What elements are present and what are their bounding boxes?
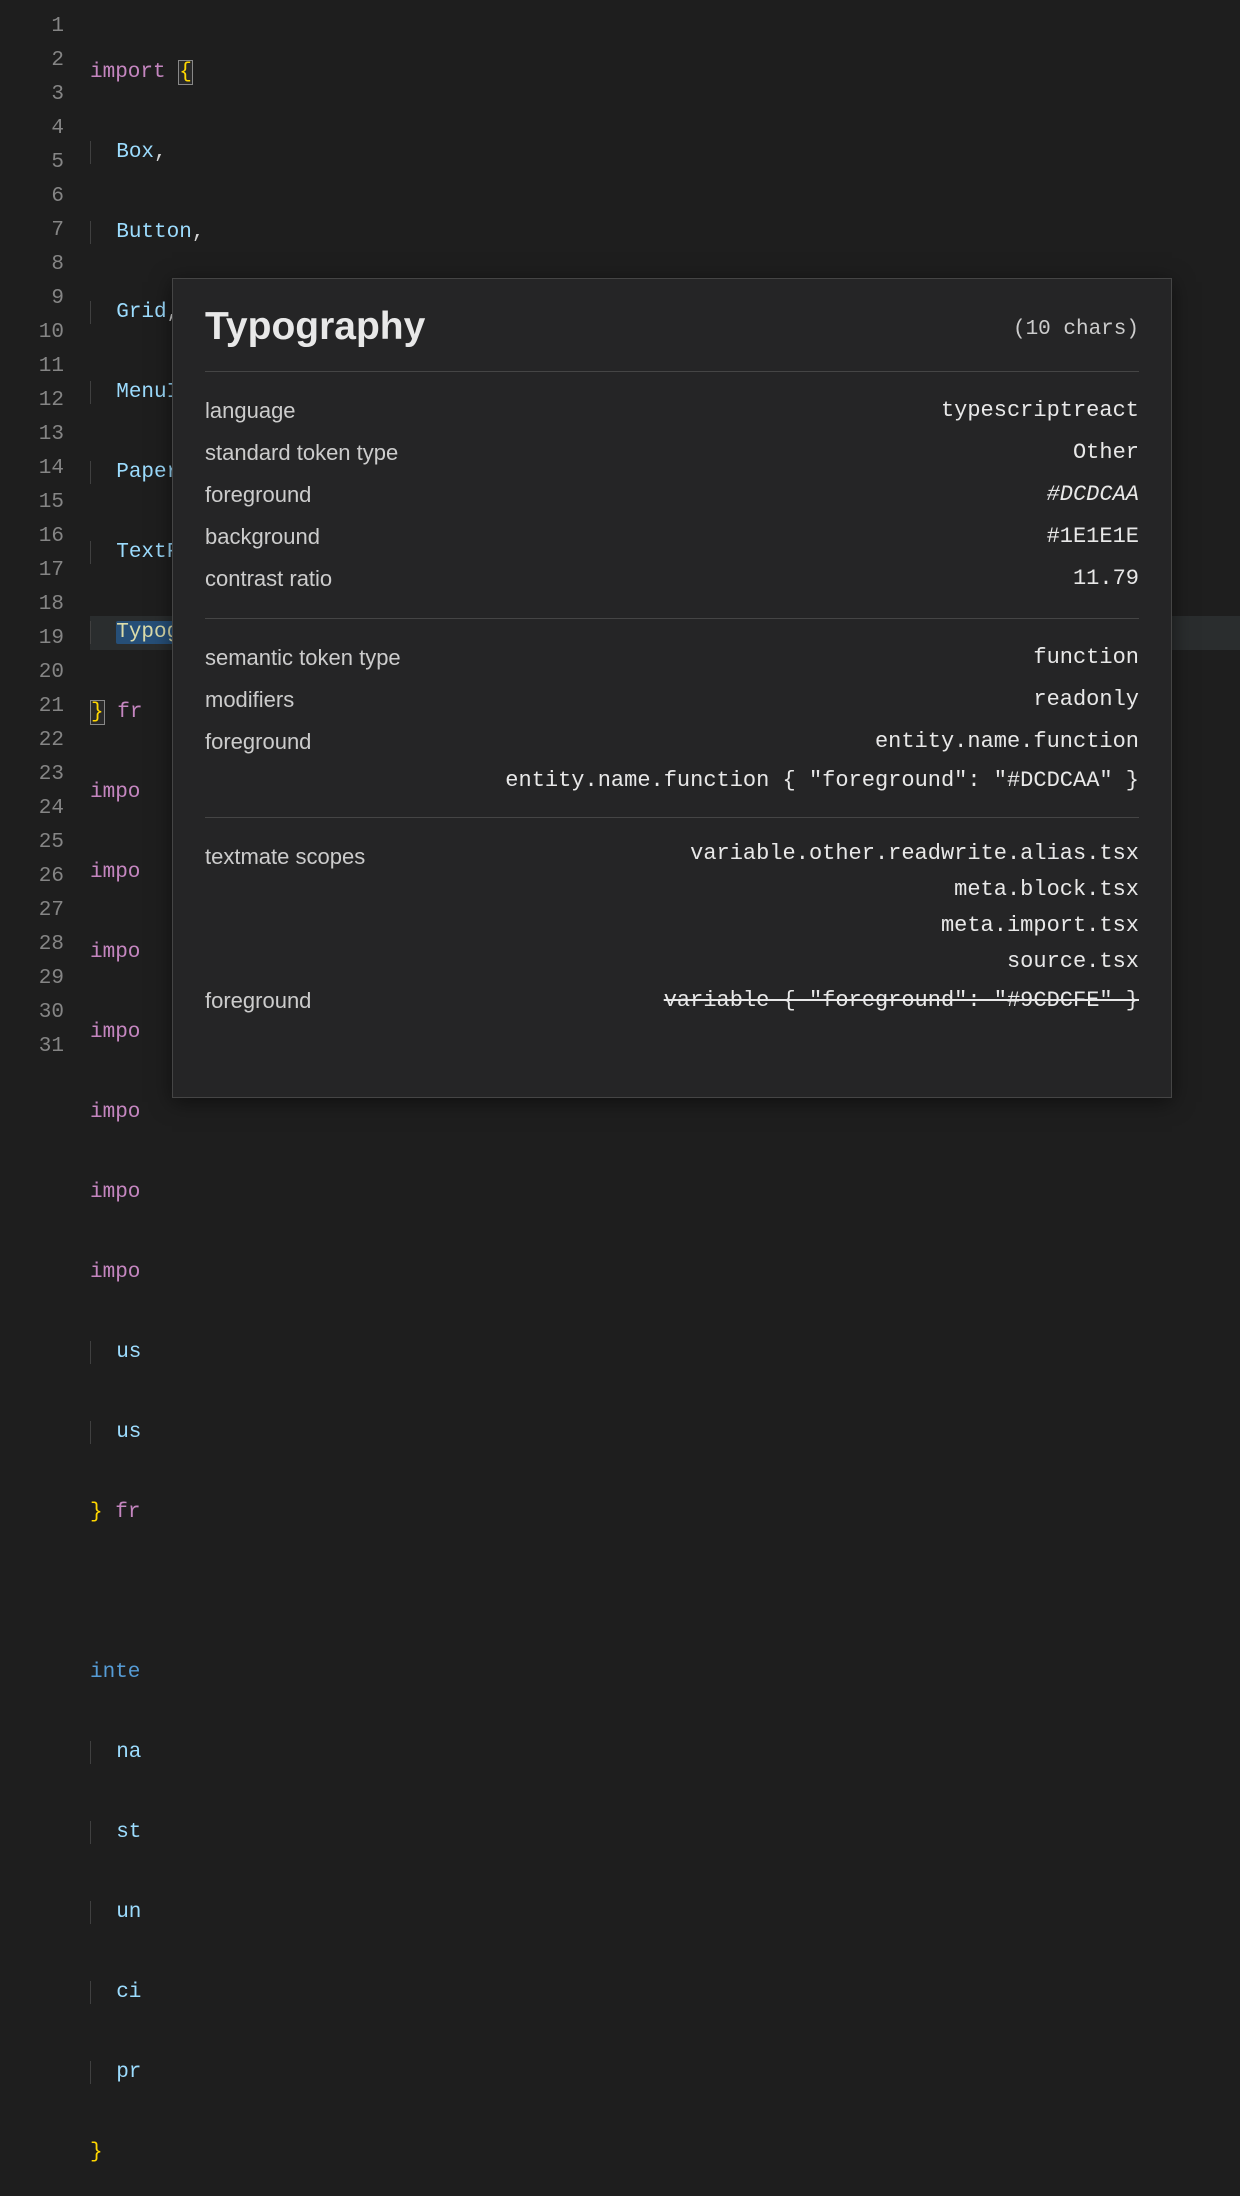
- line-number: 12: [0, 384, 64, 418]
- line-number: 22: [0, 724, 64, 758]
- inspector-label: semantic token type: [205, 637, 401, 679]
- line-number: 28: [0, 928, 64, 962]
- keyword-interface-trunc: inte: [90, 1661, 140, 1684]
- code-ident-trunc: st: [91, 1821, 141, 1844]
- inspector-title: Typography: [205, 305, 425, 349]
- inspector-scope: meta.import.tsx: [690, 908, 1139, 944]
- line-number: 17: [0, 554, 64, 588]
- inspector-label: modifiers: [205, 679, 294, 721]
- inspector-section-semantic: semantic token type function modifiers rea…: [205, 619, 1139, 818]
- line-number: 2: [0, 44, 64, 78]
- keyword-import: import: [90, 61, 166, 84]
- inspector-label: language: [205, 390, 296, 432]
- inspector-rule-detail: entity.name.function { "foreground": "#D…: [205, 763, 1139, 799]
- code-ident-trunc: ci: [91, 1981, 141, 2004]
- inspector-value: function: [1033, 637, 1139, 679]
- line-number: 26: [0, 860, 64, 894]
- code-ident-trunc: us: [91, 1341, 141, 1364]
- brace-close: }: [90, 700, 105, 725]
- keyword-import-trunc: impo: [90, 941, 140, 964]
- line-number: 30: [0, 996, 64, 1030]
- inspector-value: readonly: [1033, 679, 1139, 721]
- inspector-char-count: (10 chars): [1013, 318, 1139, 349]
- line-number: 29: [0, 962, 64, 996]
- inspector-scopes-list: variable.other.readwrite.alias.tsx meta.…: [690, 836, 1139, 980]
- line-number: 1: [0, 10, 64, 44]
- code-ident-trunc: us: [91, 1421, 141, 1444]
- import-identifier: Grid: [116, 301, 166, 324]
- line-number: 7: [0, 214, 64, 248]
- line-number: 10: [0, 316, 64, 350]
- code-ident-trunc: un: [91, 1901, 141, 1924]
- line-number: 25: [0, 826, 64, 860]
- inspector-label: background: [205, 516, 320, 558]
- line-number: 23: [0, 758, 64, 792]
- line-number: 20: [0, 656, 64, 690]
- line-number: 11: [0, 350, 64, 384]
- inspector-value: typescriptreact: [941, 390, 1139, 432]
- keyword-from: fr: [105, 701, 143, 724]
- line-number: 31: [0, 1030, 64, 1064]
- code-ident-trunc: pr: [91, 2061, 141, 2084]
- import-identifier: Paper: [116, 461, 179, 484]
- brace-open: {: [178, 60, 193, 85]
- line-number: 19: [0, 622, 64, 656]
- inspector-value-struck: variable { "foreground": "#9CDCFE" }: [664, 980, 1139, 1022]
- line-number: 21: [0, 690, 64, 724]
- inspector-label: foreground: [205, 980, 311, 1022]
- line-number: 3: [0, 78, 64, 112]
- keyword-import-trunc: impo: [90, 1021, 140, 1044]
- keyword-import-trunc: impo: [90, 861, 140, 884]
- token-inspector-panel: Typography (10 chars) language typescript…: [172, 278, 1172, 1098]
- inspector-scope: meta.block.tsx: [690, 872, 1139, 908]
- keyword-import-trunc: impo: [90, 1101, 140, 1124]
- inspector-label: foreground: [205, 721, 311, 763]
- inspector-label: contrast ratio: [205, 558, 332, 600]
- keyword-import-trunc: impo: [90, 781, 140, 804]
- inspector-label: foreground: [205, 474, 311, 516]
- line-number: 6: [0, 180, 64, 214]
- line-number: 16: [0, 520, 64, 554]
- line-number: 24: [0, 792, 64, 826]
- import-identifier: Button: [116, 221, 192, 244]
- inspector-scope: variable.other.readwrite.alias.tsx: [690, 836, 1139, 872]
- brace-close: }: [90, 2141, 103, 2164]
- code-ident-trunc: na: [91, 1741, 141, 1764]
- line-number: 4: [0, 112, 64, 146]
- inspector-section-textmate: textmate scopes variable.other.readwrite…: [205, 818, 1139, 1040]
- brace-close: }: [90, 1501, 103, 1524]
- inspector-value: #1E1E1E: [1047, 516, 1139, 558]
- line-number: 9: [0, 282, 64, 316]
- inspector-value: Other: [1073, 432, 1139, 474]
- line-number: 14: [0, 452, 64, 486]
- inspector-value: entity.name.function: [875, 721, 1139, 763]
- line-number: 15: [0, 486, 64, 520]
- inspector-label: textmate scopes: [205, 836, 365, 878]
- inspector-scope: source.tsx: [690, 944, 1139, 980]
- keyword-import-trunc: impo: [90, 1261, 140, 1284]
- keyword-from: fr: [103, 1501, 141, 1524]
- line-number: 8: [0, 248, 64, 282]
- inspector-label: standard token type: [205, 432, 398, 474]
- line-number: 27: [0, 894, 64, 928]
- line-number: 5: [0, 146, 64, 180]
- keyword-import-trunc: impo: [90, 1181, 140, 1204]
- line-number: 18: [0, 588, 64, 622]
- import-identifier: Box: [116, 141, 154, 164]
- inspector-value: #DCDCAA: [1047, 474, 1139, 516]
- blank-line: [90, 1576, 1240, 1610]
- line-number: 13: [0, 418, 64, 452]
- line-number-gutter: 1 2 3 4 5 6 7 8 9 10 11 12 13 14 15 16 1…: [0, 0, 90, 1098]
- inspector-value: 11.79: [1073, 558, 1139, 600]
- inspector-section-general: language typescriptreact standard token t…: [205, 372, 1139, 619]
